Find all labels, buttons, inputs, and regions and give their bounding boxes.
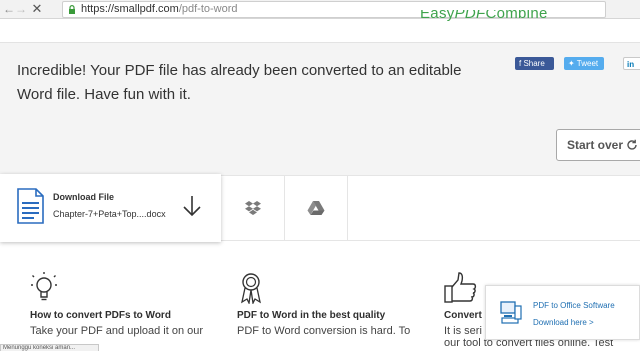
- ad-logo-part: PDF: [454, 10, 486, 22]
- pdf-to-office-ad-popup[interactable]: PDF to Office Software Download here >: [485, 285, 640, 340]
- dropbox-icon: [245, 201, 261, 215]
- feature-text: PDF to Word conversion is hard. To: [237, 325, 411, 337]
- download-filename: Chapter-7+Peta+Top....docx: [53, 209, 166, 219]
- word-file-icon: [17, 188, 44, 224]
- result-panel: Incredible! Your PDF file has already be…: [0, 43, 640, 175]
- twitter-tweet-button[interactable]: ✦ Tweet: [564, 57, 604, 70]
- download-title: Download File: [53, 192, 115, 202]
- award-ribbon-icon: [241, 273, 261, 304]
- popup-ad-title[interactable]: PDF to Office Software: [533, 301, 615, 310]
- stop-icon[interactable]: ✕: [30, 2, 44, 16]
- success-message: Incredible! Your PDF file has already be…: [17, 62, 462, 103]
- save-to-dropbox-button[interactable]: [222, 175, 285, 241]
- top-ad-banner[interactable]: EasyPDFCombine: [420, 10, 580, 24]
- feature-best-quality: PDF to Word in the best quality PDF to W…: [237, 272, 437, 337]
- feature-title: How to convert PDFs to Word: [30, 310, 171, 321]
- feature-title: PDF to Word in the best quality: [237, 310, 386, 321]
- refresh-icon: [627, 139, 637, 150]
- computer-icon: [500, 301, 522, 324]
- url-path: /pdf-to-word: [178, 3, 238, 15]
- tweet-label: Tweet: [576, 59, 599, 68]
- start-over-label: Start over: [567, 138, 624, 152]
- download-arrow-icon[interactable]: [181, 194, 203, 218]
- lock-icon: [69, 5, 75, 14]
- facebook-share-button[interactable]: f Share: [515, 57, 554, 70]
- ad-logo-part: Combine: [485, 10, 548, 22]
- google-drive-icon: [307, 201, 325, 215]
- forward-icon[interactable]: →: [14, 2, 28, 16]
- feature-how-to-convert: How to convert PDFs to Word Take your PD…: [30, 272, 230, 337]
- download-file-card[interactable]: Download File Chapter-7+Peta+Top....docx: [0, 174, 221, 242]
- browser-status-bar: Menunggu koneksi aman...: [0, 344, 99, 351]
- url-host: https://smallpdf.com: [81, 3, 179, 15]
- linkedin-share-button[interactable]: in: [623, 57, 640, 70]
- thumbs-up-icon: [444, 272, 477, 303]
- lightbulb-icon: [31, 272, 57, 301]
- start-over-button[interactable]: Start over: [556, 129, 640, 161]
- popup-ad-download-link[interactable]: Download here >: [533, 318, 594, 327]
- feature-text: Take your PDF and upload it on our: [30, 325, 204, 337]
- ad-logo: EasyPDFCombine: [420, 10, 580, 21]
- save-to-google-drive-button[interactable]: [285, 175, 348, 241]
- ad-logo-part: Easy: [420, 10, 455, 22]
